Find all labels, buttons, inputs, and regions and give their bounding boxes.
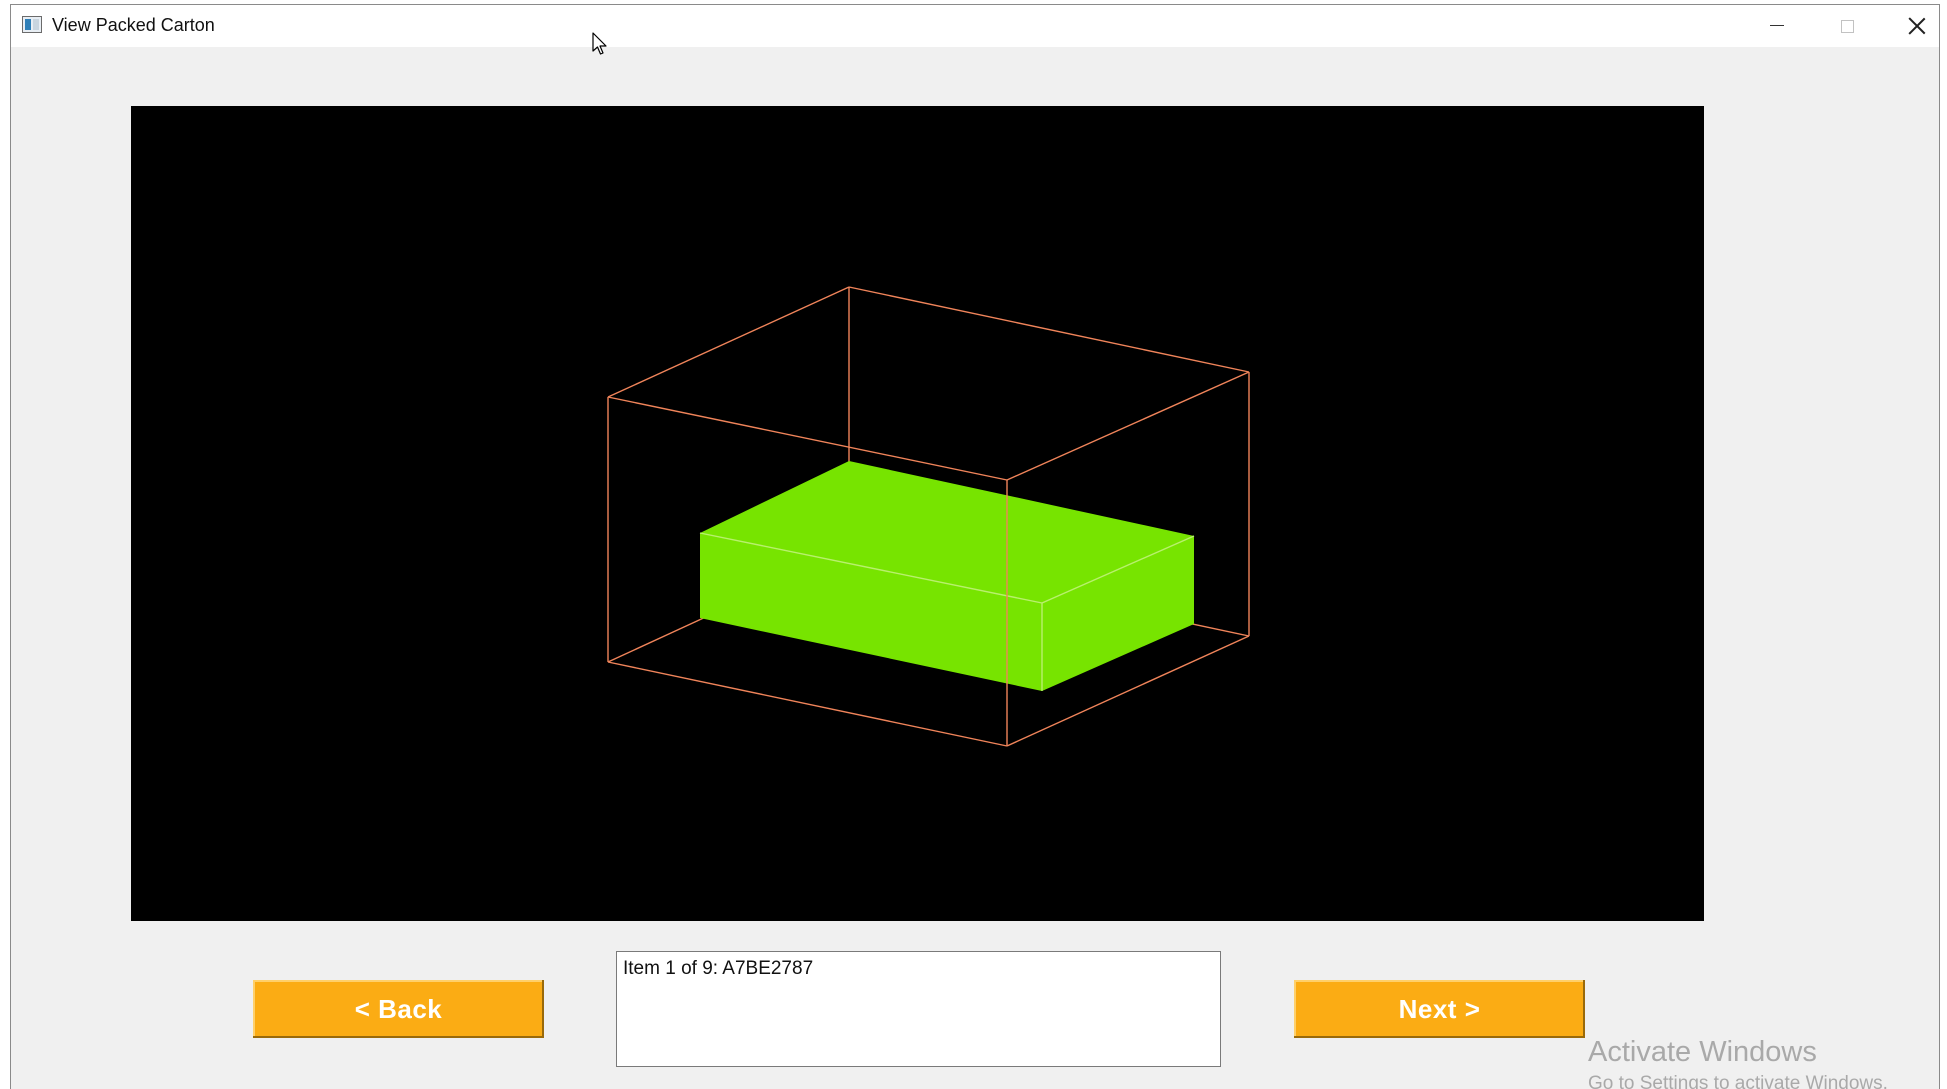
carton-edge [607,661,1008,747]
minimize-button[interactable] [1742,5,1812,47]
carton-3d-scene [607,286,1250,747]
item-info-textbox[interactable]: Item 1 of 9: A7BE2787 [616,951,1221,1067]
maximize-icon [1840,19,1854,33]
title-bar[interactable]: View Packed Carton [11,5,1939,47]
watermark-title: Activate Windows [1588,1036,1817,1068]
carton-edge [607,396,1008,481]
window-title: View Packed Carton [52,15,215,35]
close-button[interactable] [1882,5,1939,47]
mouse-pointer-icon [592,32,608,61]
maximize-button[interactable] [1812,5,1882,47]
next-button[interactable]: Next > [1294,980,1585,1038]
app-icon [22,16,42,33]
packed-item-box [699,461,1195,691]
watermark-subtitle: Go to Settings to activate Windows. [1588,1073,1888,1089]
activate-windows-watermark: Activate Windows Go to Settings to activ… [1588,1035,1888,1089]
carton-edge [1006,371,1250,481]
back-button[interactable]: < Back [253,980,544,1038]
carton-3d-viewport[interactable] [131,106,1704,921]
view-packed-carton-window: View Packed Carton < Back Item 1 of 9: A… [10,4,1940,1089]
close-icon [1908,17,1926,35]
minimize-icon [1770,25,1784,26]
carton-edge [607,286,850,398]
carton-edge [848,286,1250,373]
